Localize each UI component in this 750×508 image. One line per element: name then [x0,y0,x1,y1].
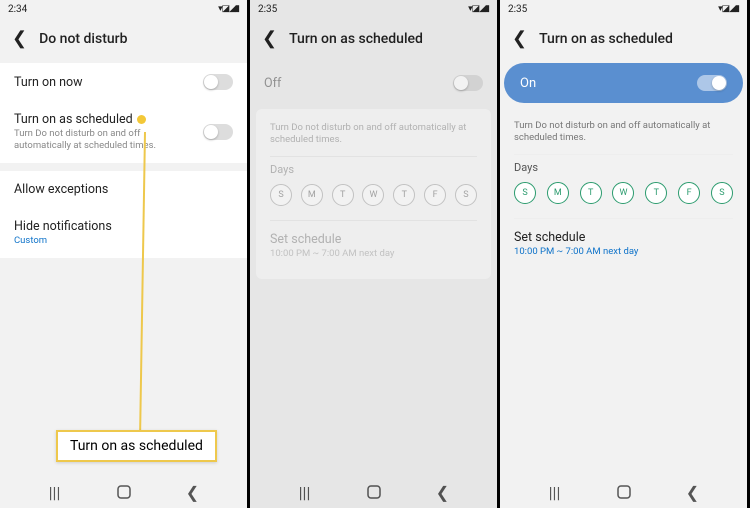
recents-icon[interactable]: ||| [46,483,64,501]
day-fri: F [424,184,446,206]
helper-text: Turn Do not disturb on and off automatic… [270,122,477,146]
label: Hide notifications [14,219,233,234]
clock: 2:34 [8,4,27,15]
day-sun: S [270,184,292,206]
days-label: Days [500,155,747,182]
master-toggle-row[interactable]: On [504,63,743,103]
label: Turn on as scheduled [14,112,193,127]
days-row: S M T W T F S [256,184,491,220]
nav-bar: ||| ❮ [250,476,497,508]
toggle-state-label: Off [264,76,281,91]
callout-label: Turn on as scheduled [56,430,217,462]
sublabel: 10:00 PM ~ 7:00 AM next day [270,248,477,260]
day-tue[interactable]: T [580,182,602,204]
home-icon[interactable] [365,483,383,501]
sublabel: 10:00 PM ~ 7:00 AM next day [514,246,733,258]
day-wed[interactable]: W [612,182,634,204]
sublabel: Custom [14,235,233,247]
clock: 2:35 [258,4,277,15]
recents-icon[interactable]: ||| [546,483,564,501]
day-fri[interactable]: F [678,182,700,204]
header: ❮ Turn on as scheduled [250,18,497,63]
day-thu[interactable]: T [645,182,667,204]
card-schedule: Turn Do not disturb on and off automatic… [256,109,491,279]
day-mon[interactable]: M [547,182,569,204]
master-toggle[interactable] [453,75,483,91]
card-schedule: Turn Do not disturb on and off automatic… [500,113,747,277]
back-nav-icon[interactable]: ❮ [434,483,452,501]
status-bar: 2:35 ▾◪◢▮ [250,0,497,18]
row-set-schedule[interactable]: Set schedule 10:00 PM ~ 7:00 AM next day [500,219,747,269]
day-sat[interactable]: S [711,182,733,204]
card-dnd-toggles: Turn on now Turn on as scheduled Turn Do… [0,63,247,163]
status-icons: ▾◪◢▮ [218,4,239,14]
status-bar: 2:34 ▾◪◢▮ [0,0,247,18]
content: On Turn Do not disturb on and off automa… [500,63,747,476]
day-tue: T [332,184,354,206]
header: ❮ Do not disturb [0,18,247,63]
phone-screen-2: 2:35 ▾◪◢▮ ❮ Turn on as scheduled Off Tur… [250,0,500,508]
row-hide-notifications[interactable]: Hide notifications Custom [0,208,247,258]
toggle-scheduled[interactable] [203,124,233,140]
label: Set schedule [514,230,733,245]
home-icon[interactable] [615,483,633,501]
content: Off Turn Do not disturb on and off autom… [250,63,497,476]
label: Set schedule [270,232,477,247]
back-icon[interactable]: ❮ [512,28,527,49]
home-icon[interactable] [115,483,133,501]
card-exceptions: Allow exceptions Hide notifications Cust… [0,171,247,258]
row-set-schedule: Set schedule 10:00 PM ~ 7:00 AM next day [256,221,491,271]
day-sat: S [455,184,477,206]
phone-screen-1: 2:34 ▾◪◢▮ ❮ Do not disturb Turn on now T… [0,0,250,508]
back-icon[interactable]: ❮ [12,28,27,49]
helper-text: Turn Do not disturb on and off automatic… [514,120,733,144]
sublabel: Turn Do not disturb on and off automatic… [14,128,193,152]
label: Turn on now [14,75,193,90]
label: Allow exceptions [14,182,108,197]
recents-icon[interactable]: ||| [296,483,314,501]
toggle-state-label: On [520,76,536,91]
master-toggle-row[interactable]: Off [250,63,497,103]
status-icons: ▾◪◢▮ [468,4,489,14]
back-nav-icon[interactable]: ❮ [684,483,702,501]
status-bar: 2:35 ▾◪◢▮ [500,0,747,18]
back-icon[interactable]: ❮ [262,28,277,49]
day-thu: T [393,184,415,206]
page-title: Turn on as scheduled [539,31,673,47]
status-icons: ▾◪◢▮ [718,4,739,14]
back-nav-icon[interactable]: ❮ [184,483,202,501]
nav-bar: ||| ❮ [500,476,747,508]
row-turn-on-scheduled[interactable]: Turn on as scheduled Turn Do not disturb… [0,101,247,163]
phone-screen-3: 2:35 ▾◪◢▮ ❮ Turn on as scheduled On Turn… [500,0,750,508]
clock: 2:35 [508,4,527,15]
day-sun[interactable]: S [514,182,536,204]
header: ❮ Turn on as scheduled [500,18,747,63]
content: Turn on now Turn on as scheduled Turn Do… [0,63,247,476]
row-allow-exceptions[interactable]: Allow exceptions [0,171,247,208]
highlight-dot-icon [137,115,146,124]
master-toggle[interactable] [697,75,727,91]
page-title: Do not disturb [39,31,127,47]
page-title: Turn on as scheduled [289,31,423,47]
row-turn-on-now[interactable]: Turn on now [0,63,247,101]
day-wed: W [362,184,384,206]
days-label: Days [256,157,491,184]
days-row: S M T W T F S [500,182,747,218]
toggle-turn-on-now[interactable] [203,74,233,90]
day-mon: M [301,184,323,206]
nav-bar: ||| ❮ [0,476,247,508]
